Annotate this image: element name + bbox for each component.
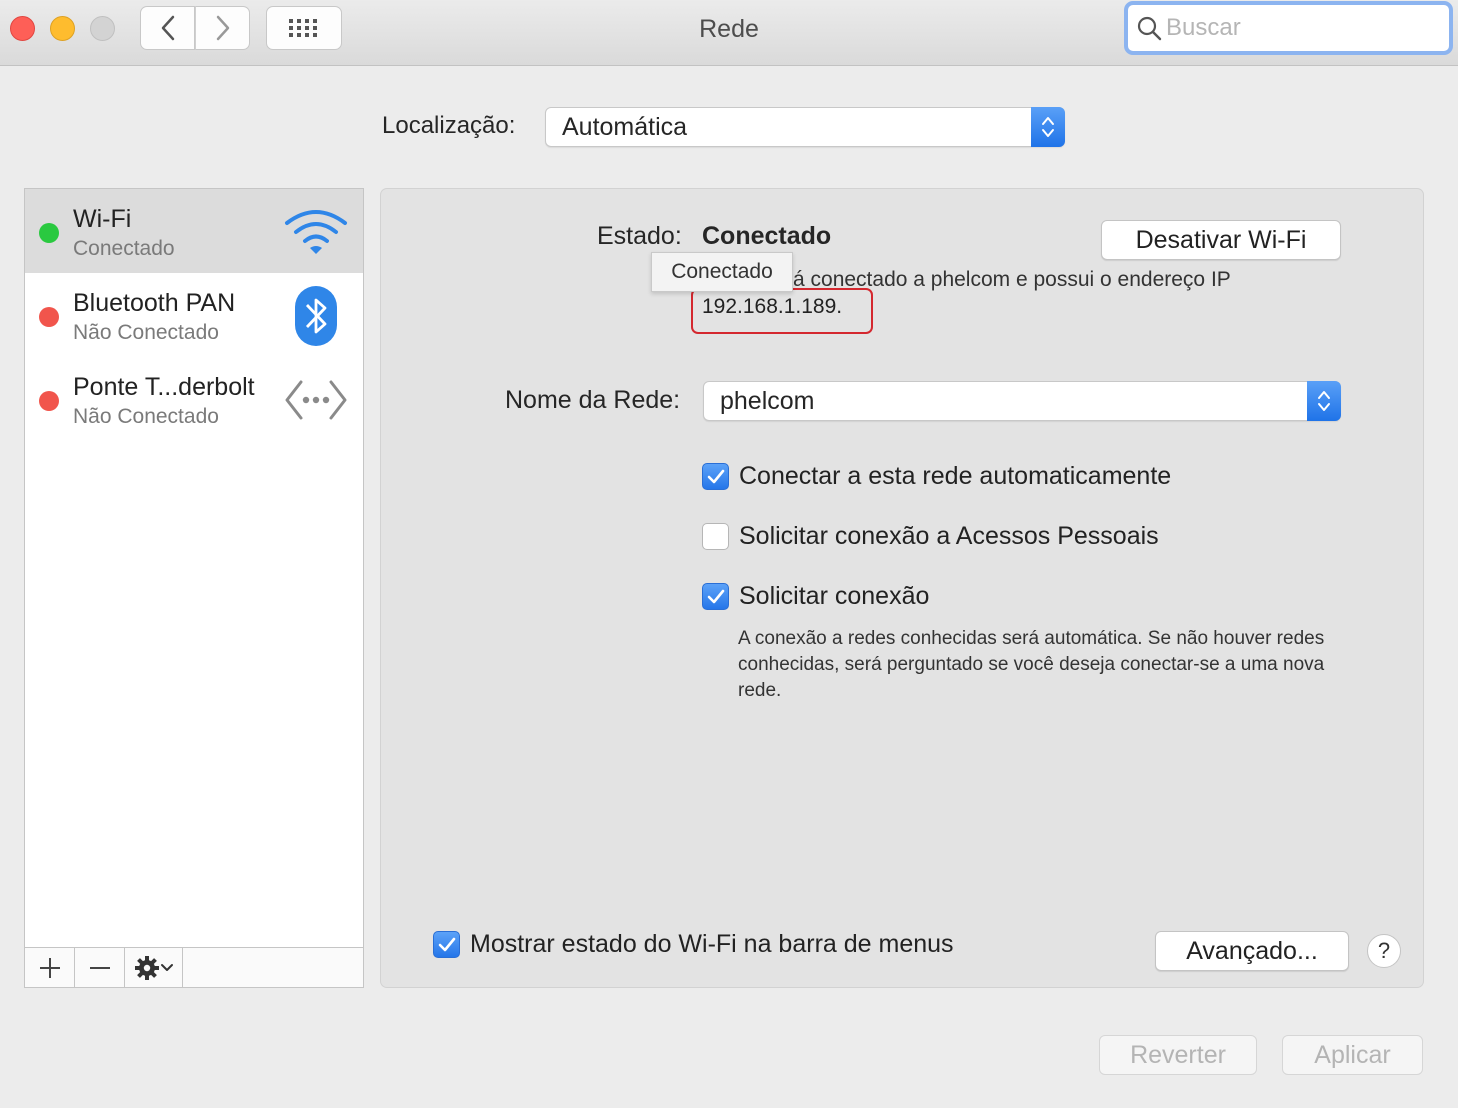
- plus-icon: [39, 957, 60, 978]
- ask-hotspots-checkbox[interactable]: Solicitar conexão a Acessos Pessoais: [702, 522, 1159, 551]
- ask-join-checkbox[interactable]: Solicitar conexão: [702, 582, 929, 611]
- wifi-icon: [281, 201, 351, 263]
- popup-arrows-icon: [1307, 381, 1341, 421]
- turn-wifi-off-button[interactable]: Desativar Wi-Fi: [1101, 220, 1341, 260]
- bluetooth-icon: [281, 285, 351, 347]
- search-field[interactable]: [1124, 1, 1453, 55]
- chevron-down-icon: [160, 963, 173, 971]
- service-status: Não Conectado: [73, 405, 219, 428]
- service-name: Wi-Fi: [73, 205, 132, 233]
- auto-join-label: Conectar a esta rede automaticamente: [739, 462, 1172, 490]
- search-input[interactable]: [1166, 14, 1446, 42]
- revert-button[interactable]: Reverter: [1099, 1035, 1257, 1075]
- remove-service-button[interactable]: [75, 948, 125, 987]
- status-tooltip: Conectado: [651, 252, 793, 292]
- service-name: Bluetooth PAN: [73, 289, 236, 317]
- minus-icon: [89, 966, 110, 969]
- checkbox-box[interactable]: [702, 523, 729, 550]
- ip-highlight-annotation: [691, 288, 873, 334]
- search-icon: [1137, 16, 1162, 41]
- ask-join-note: A conexão a redes conhecidas será automá…: [738, 628, 1325, 701]
- service-actions-button[interactable]: [125, 948, 183, 987]
- status-dot: [39, 223, 59, 243]
- service-list-toolbar: [25, 947, 363, 987]
- checkmark-icon[interactable]: [433, 931, 460, 958]
- state-value: Conectado: [702, 222, 832, 250]
- service-list: Wi-Fi Conectado Bluetooth PAN Não Conect…: [24, 188, 364, 988]
- ask-join-label: Solicitar conexão: [739, 582, 930, 610]
- gear-icon: [134, 955, 159, 980]
- thunderbolt-bridge-icon: [281, 369, 351, 431]
- service-name: Ponte T...derbolt: [73, 373, 255, 401]
- network-name-popup[interactable]: phelcom: [703, 381, 1341, 421]
- service-item-bluetooth-pan[interactable]: Bluetooth PAN Não Conectado: [25, 273, 363, 357]
- add-service-button[interactable]: [25, 948, 75, 987]
- network-name-label: Nome da Rede:: [505, 386, 681, 414]
- advanced-button[interactable]: Avançado...: [1155, 931, 1349, 971]
- location-popup[interactable]: Automática: [545, 107, 1065, 147]
- ask-hotspots-label: Solicitar conexão a Acessos Pessoais: [739, 522, 1159, 550]
- service-status: Conectado: [73, 237, 175, 260]
- popup-arrows-icon: [1031, 107, 1065, 147]
- show-wifi-status-label: Mostrar estado do Wi-Fi na barra de menu…: [470, 930, 954, 958]
- service-item-wifi[interactable]: Wi-Fi Conectado: [25, 189, 363, 273]
- checkmark-icon[interactable]: [702, 463, 729, 490]
- apply-button[interactable]: Aplicar: [1282, 1035, 1423, 1075]
- state-label: Estado:: [597, 222, 682, 250]
- toolbar: Rede: [0, 0, 1458, 66]
- show-wifi-status-checkbox[interactable]: Mostrar estado do Wi-Fi na barra de menu…: [433, 930, 954, 959]
- service-item-thunderbolt-bridge[interactable]: Ponte T...derbolt Não Conectado: [25, 357, 363, 441]
- auto-join-checkbox[interactable]: Conectar a esta rede automaticamente: [702, 462, 1171, 491]
- network-name-value: phelcom: [720, 386, 815, 415]
- location-label: Localização:: [382, 112, 516, 139]
- help-button[interactable]: ?: [1367, 934, 1401, 968]
- location-value: Automática: [562, 112, 688, 141]
- checkmark-icon[interactable]: [702, 583, 729, 610]
- status-dot: [39, 391, 59, 411]
- service-status: Não Conectado: [73, 321, 219, 344]
- status-dot: [39, 307, 59, 327]
